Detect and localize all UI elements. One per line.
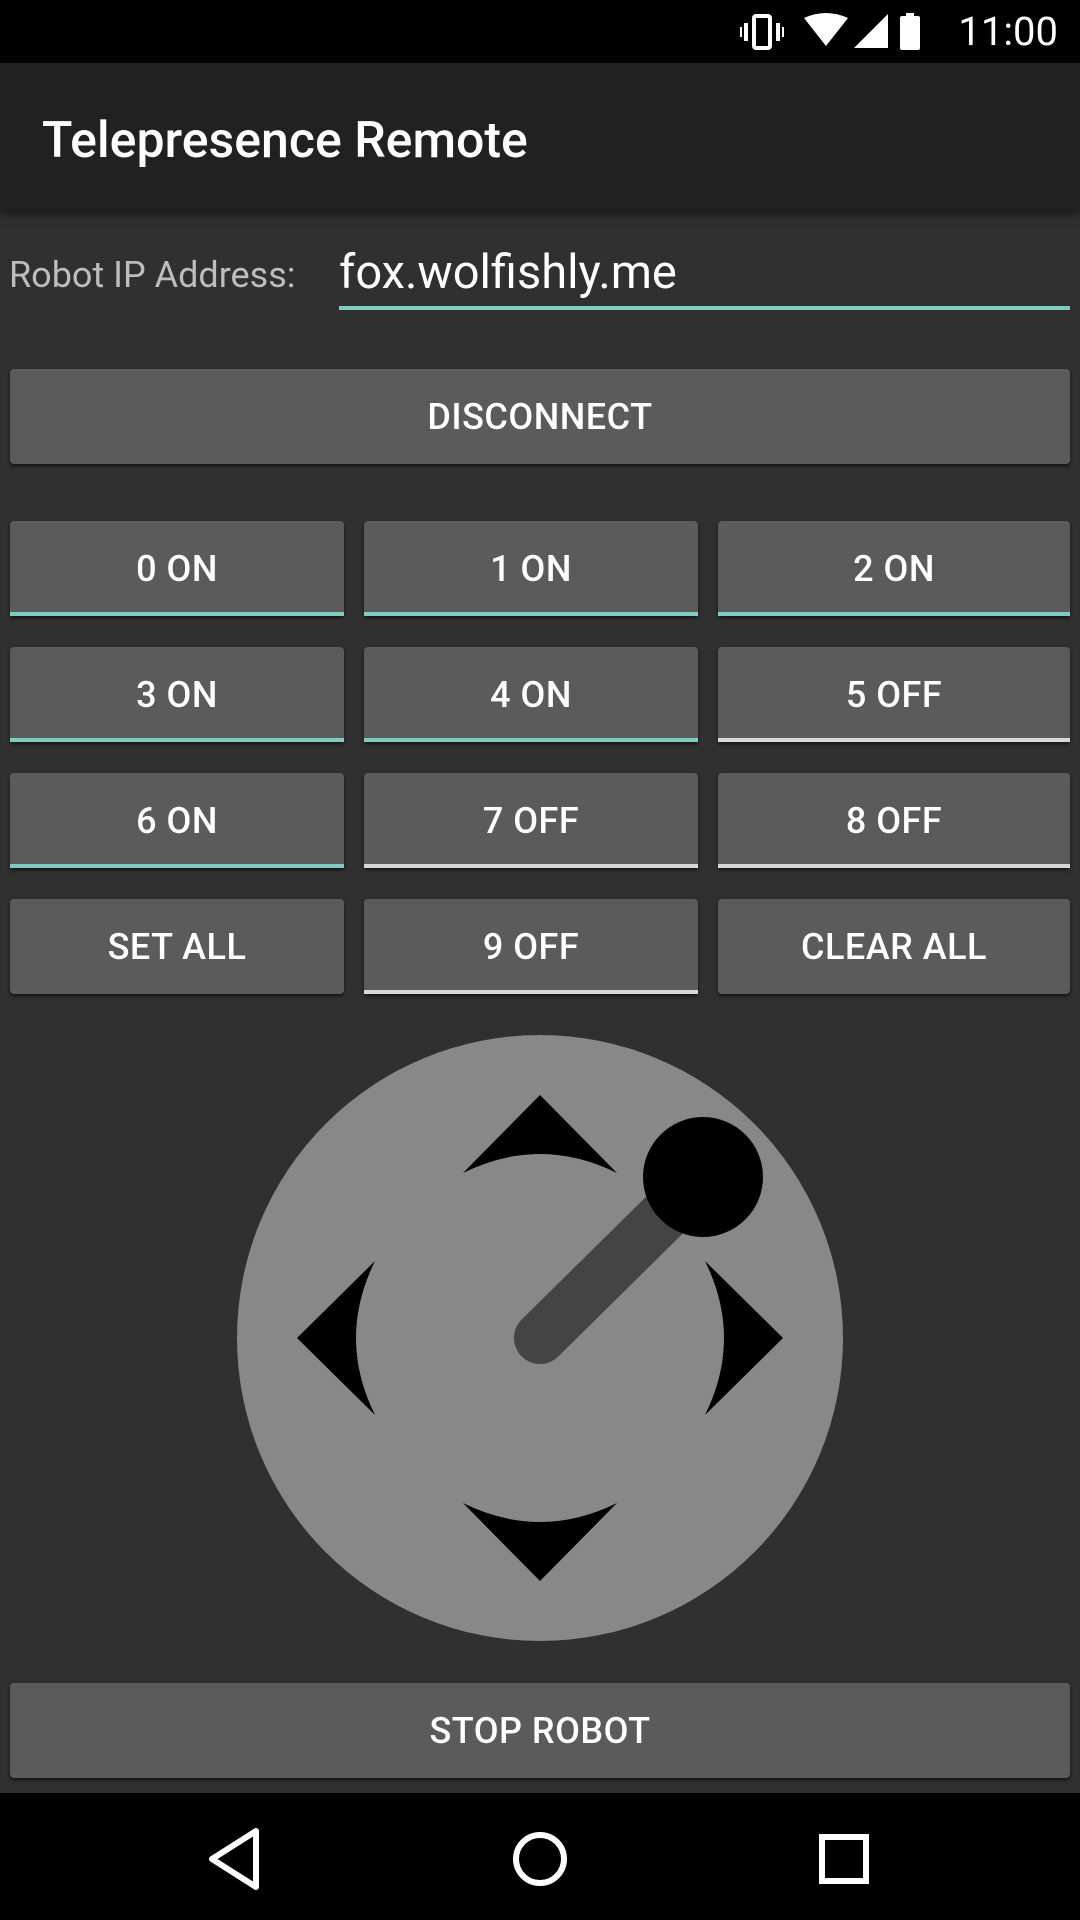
toggle-indicator [10, 738, 344, 742]
toggle-label: 7 OFF [482, 799, 580, 842]
toggle-button-9[interactable]: 9 OFF [364, 899, 698, 994]
toggle-indicator [10, 612, 344, 616]
toggle-indicator [364, 738, 698, 742]
disconnect-button[interactable]: DISCONNECT [10, 369, 1070, 464]
toggle-button-6[interactable]: 6 ON [10, 773, 344, 868]
toggle-indicator [10, 864, 344, 868]
toggle-button-7[interactable]: 7 OFF [364, 773, 698, 868]
toggle-indicator [364, 990, 698, 994]
stop-robot-button[interactable]: STOP ROBOT [10, 1683, 1070, 1778]
vibrate-icon [740, 14, 784, 50]
battery-icon [900, 13, 920, 50]
back-icon[interactable] [196, 1819, 276, 1899]
set-all-button[interactable]: SET ALL [10, 899, 344, 994]
toggle-label: 0 ON [136, 547, 218, 590]
cell-signal-icon [854, 14, 888, 48]
toggle-label: 4 ON [490, 673, 572, 716]
ip-address-input[interactable]: fox.wolfishly.me [339, 240, 1070, 310]
status-icons [740, 13, 920, 50]
status-bar: 11:00 [0, 0, 1080, 63]
toggle-label: 5 OFF [845, 673, 943, 716]
toggle-label: 3 ON [136, 673, 218, 716]
toggle-button-8[interactable]: 8 OFF [718, 773, 1070, 868]
toggle-indicator [718, 738, 1070, 742]
toggle-button-1[interactable]: 1 ON [364, 521, 698, 616]
joystick-knob[interactable] [643, 1117, 763, 1237]
toggle-label: 9 OFF [482, 925, 580, 968]
ip-address-label: Robot IP Address: [9, 254, 296, 296]
toggle-indicator [718, 864, 1070, 868]
toggle-label: 8 OFF [845, 799, 943, 842]
home-icon[interactable] [500, 1819, 580, 1899]
recents-icon[interactable] [804, 1819, 884, 1899]
main-content: Robot IP Address: fox.wolfishly.me DISCO… [0, 210, 1080, 1793]
toggle-label: 1 ON [490, 547, 572, 590]
toggle-button-4[interactable]: 4 ON [364, 647, 698, 742]
toggle-button-2[interactable]: 2 ON [718, 521, 1070, 616]
wifi-icon [804, 13, 848, 46]
joystick[interactable] [237, 1035, 843, 1641]
navigation-bar [0, 1793, 1080, 1920]
toggle-indicator [364, 864, 698, 868]
toggle-button-5[interactable]: 5 OFF [718, 647, 1070, 742]
toggle-indicator [718, 612, 1070, 616]
toggle-label: 6 ON [136, 799, 218, 842]
status-time: 11:00 [958, 8, 1058, 55]
toggle-button-0[interactable]: 0 ON [10, 521, 344, 616]
page-title: Telepresence Remote [42, 112, 528, 170]
toggle-button-3[interactable]: 3 ON [10, 647, 344, 742]
toggle-label: 2 ON [853, 547, 935, 590]
app-bar: Telepresence Remote [0, 63, 1080, 210]
clear-all-button[interactable]: CLEAR ALL [718, 899, 1070, 994]
toggle-indicator [364, 612, 698, 616]
